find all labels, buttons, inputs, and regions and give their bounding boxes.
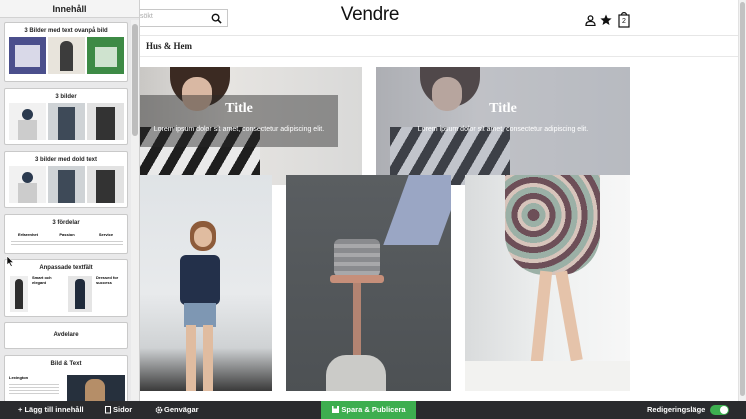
sidebar-scroll-thumb[interactable] (132, 24, 138, 136)
block-3-images-hidden-text[interactable]: 3 bilder med dold text (4, 151, 128, 208)
hero-text[interactable]: Lorem ipsum dolor sit amet, consectetur … (376, 126, 630, 133)
user-icon[interactable] (585, 15, 596, 26)
block-3-images[interactable]: 3 bilder (4, 88, 128, 145)
field-heading: Smart och elegant (32, 275, 52, 285)
page-scroll-thumb[interactable] (740, 2, 745, 396)
content-sidebar: Innehåll 3 Bilder med text ovanpå bild 3… (0, 0, 140, 401)
page-scrollbar[interactable] (738, 0, 746, 401)
preview-image (9, 103, 46, 140)
preview-image (68, 276, 92, 312)
block-3-images-text-over[interactable]: 3 Bilder med text ovanpå bild (4, 22, 128, 82)
pages-button[interactable]: Sidor (113, 405, 132, 414)
gear-icon[interactable] (155, 406, 163, 414)
model-face (194, 227, 212, 247)
preview-image (10, 276, 28, 312)
cursor-icon (6, 256, 14, 267)
model-leg (203, 325, 213, 391)
block-label: Avdelare (53, 332, 79, 338)
preview-image (87, 166, 124, 203)
nav-item-hus-hem[interactable]: Hus & Hem (146, 41, 192, 51)
model-top (180, 255, 220, 305)
search-input[interactable]: sökt (140, 13, 153, 20)
block-label: 3 fördelar (52, 220, 80, 226)
block-image-text[interactable]: Bild & Text Lexington (4, 355, 128, 401)
block-custom-text-fields[interactable]: Anpassade textfält Smart och elegant Dre… (4, 259, 128, 317)
sidebar-scrollbar[interactable] (131, 20, 139, 400)
search-box[interactable]: sökt (140, 9, 228, 27)
model-leg (555, 270, 583, 362)
hero-image-2[interactable]: Title Lorem ipsum dolor sit amet, consec… (376, 67, 630, 185)
cart-count: 2 (622, 18, 626, 25)
toggle-knob (720, 406, 728, 414)
block-label: Anpassade textfält (39, 265, 93, 271)
hero-title[interactable]: Title (140, 101, 338, 117)
save-publish-label: Spara & Publicera (341, 405, 406, 414)
stool-seat (330, 275, 384, 283)
shortcuts-button[interactable]: Genvägar (164, 405, 199, 414)
hero-image-1[interactable]: Title Lorem ipsum dolor sit amet, consec… (140, 67, 362, 185)
image-floral-skirt[interactable] (465, 175, 630, 391)
preview-image (87, 103, 124, 140)
benefit-label: Service (98, 232, 114, 237)
benefit-label: Passion (59, 232, 75, 237)
image-beach-woman[interactable] (140, 175, 272, 391)
sweater-stack (334, 239, 380, 277)
block-preview (9, 103, 125, 140)
main-nav: Hus & Hem (140, 36, 738, 57)
block-label: 3 Bilder med text ovanpå bild (24, 28, 108, 34)
block-label: Bild & Text (50, 361, 82, 367)
block-preview (9, 166, 125, 203)
model-leg (186, 325, 196, 391)
block-label: 3 bilder (55, 94, 77, 100)
block-preview (9, 37, 125, 74)
save-icon (332, 406, 339, 413)
hero-overlay: Title Lorem ipsum dolor sit amet, consec… (140, 95, 338, 147)
header-icons: 2 (585, 11, 635, 29)
model-arm (383, 175, 451, 245)
site-header: sökt Vendre 2 (140, 0, 738, 36)
save-publish-button[interactable]: Spara & Publicera (321, 401, 416, 419)
preview-image (87, 37, 124, 74)
editor-window: Innehåll 3 Bilder med text ovanpå bild 3… (0, 0, 746, 419)
block-3-benefits[interactable]: 3 fördelar Erfarenhet Passion Service (4, 214, 128, 254)
preview-image (9, 166, 46, 203)
hero-overlay: Title Lorem ipsum dolor sit amet, consec… (376, 67, 630, 185)
preview-image (48, 103, 85, 140)
preview-image (9, 37, 46, 74)
edit-mode-label: Redigeringsläge (647, 405, 706, 414)
text-lines (9, 382, 59, 394)
model-shorts (184, 303, 216, 327)
benefit-label: Erfarenhet (17, 232, 38, 237)
preview-image (48, 37, 85, 74)
model-leg (529, 270, 553, 372)
rug (465, 361, 630, 391)
block-divider[interactable]: Avdelare (4, 322, 128, 349)
floral-skirt (505, 175, 600, 275)
search-icon[interactable] (211, 13, 222, 24)
page-content: Title Lorem ipsum dolor sit amet, consec… (140, 58, 738, 401)
edit-mode-toggle[interactable] (710, 405, 729, 415)
hero-title[interactable]: Title (376, 101, 630, 117)
field-heading: Dressed for success (96, 275, 119, 285)
stool-base (326, 355, 386, 391)
editor-toolbar: + Lägg till innehåll Sidor Genvägar Spar… (0, 401, 746, 419)
site-logo[interactable]: Vendre (340, 4, 400, 26)
field-heading: Lexington (9, 375, 29, 380)
add-content-button[interactable]: + Lägg till innehåll (18, 405, 84, 414)
benefit-text-lines (11, 239, 123, 247)
hero-text[interactable]: Lorem ipsum dolor sit amet, consectetur … (140, 126, 338, 133)
image-stool-sweaters[interactable] (286, 175, 451, 391)
pages-icon[interactable] (105, 406, 112, 414)
preview-image (67, 375, 125, 401)
sidebar-title: Innehåll (0, 0, 139, 18)
preview-image (48, 166, 85, 203)
star-icon[interactable] (600, 14, 612, 26)
block-label: 3 bilder med dold text (34, 157, 97, 163)
